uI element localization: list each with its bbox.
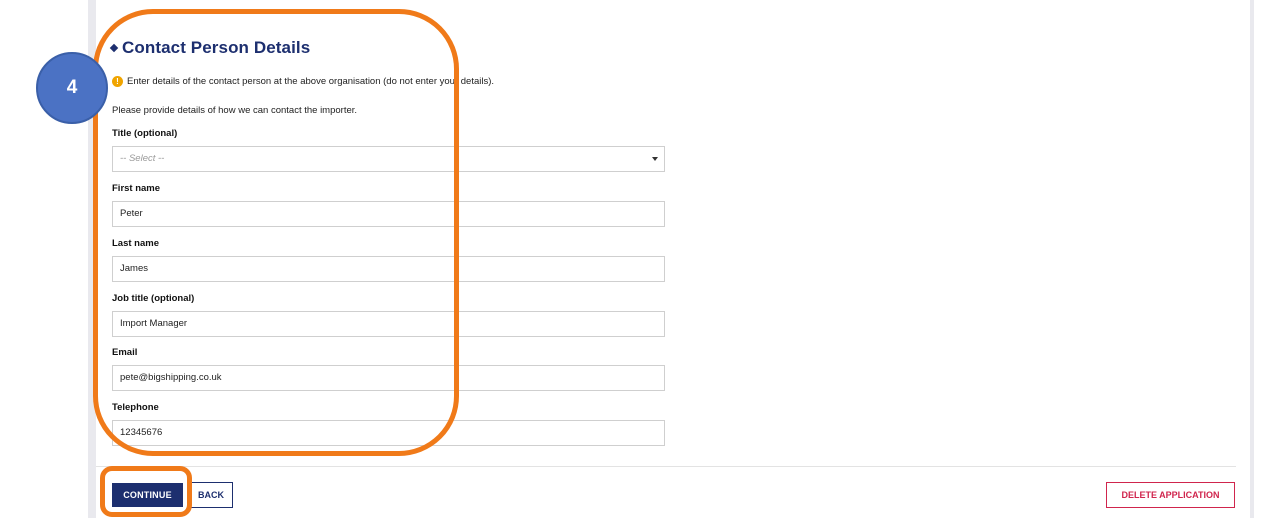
delete-application-button[interactable]: DELETE APPLICATION bbox=[1106, 482, 1235, 508]
last-name-input[interactable]: James bbox=[112, 256, 665, 282]
warning-icon: ! bbox=[112, 76, 123, 87]
caret-down-icon bbox=[652, 157, 658, 161]
title-select-value: -- Select -- bbox=[120, 153, 165, 164]
email-input[interactable]: pete@bigshipping.co.uk bbox=[112, 365, 665, 391]
telephone-input[interactable]: 12345676 bbox=[112, 420, 665, 446]
bullet-diamond-icon bbox=[109, 43, 119, 53]
first-name-label: First name bbox=[112, 183, 161, 194]
title-label: Title (optional) bbox=[112, 128, 178, 139]
email-label: Email bbox=[112, 347, 138, 358]
section-heading-text: Contact Person Details bbox=[122, 38, 311, 57]
step-number-badge: 4 bbox=[36, 52, 108, 124]
last-name-label: Last name bbox=[112, 238, 159, 249]
panel-border-right bbox=[1250, 0, 1254, 518]
job-title-label: Job title (optional) bbox=[112, 293, 195, 304]
telephone-label: Telephone bbox=[112, 402, 159, 413]
warning-message: ! Enter details of the contact person at… bbox=[112, 76, 494, 87]
job-title-input[interactable]: Import Manager bbox=[112, 311, 665, 337]
section-heading: Contact Person Details bbox=[109, 38, 311, 58]
first-name-input[interactable]: Peter bbox=[112, 201, 665, 227]
actions-divider bbox=[96, 466, 1236, 467]
title-select[interactable]: -- Select -- bbox=[112, 146, 665, 172]
warning-text: Enter details of the contact person at t… bbox=[127, 76, 495, 87]
back-button[interactable]: BACK bbox=[189, 482, 233, 508]
continue-button[interactable]: CONTINUE bbox=[112, 483, 183, 507]
form-hint: Please provide details of how we can con… bbox=[112, 105, 358, 116]
